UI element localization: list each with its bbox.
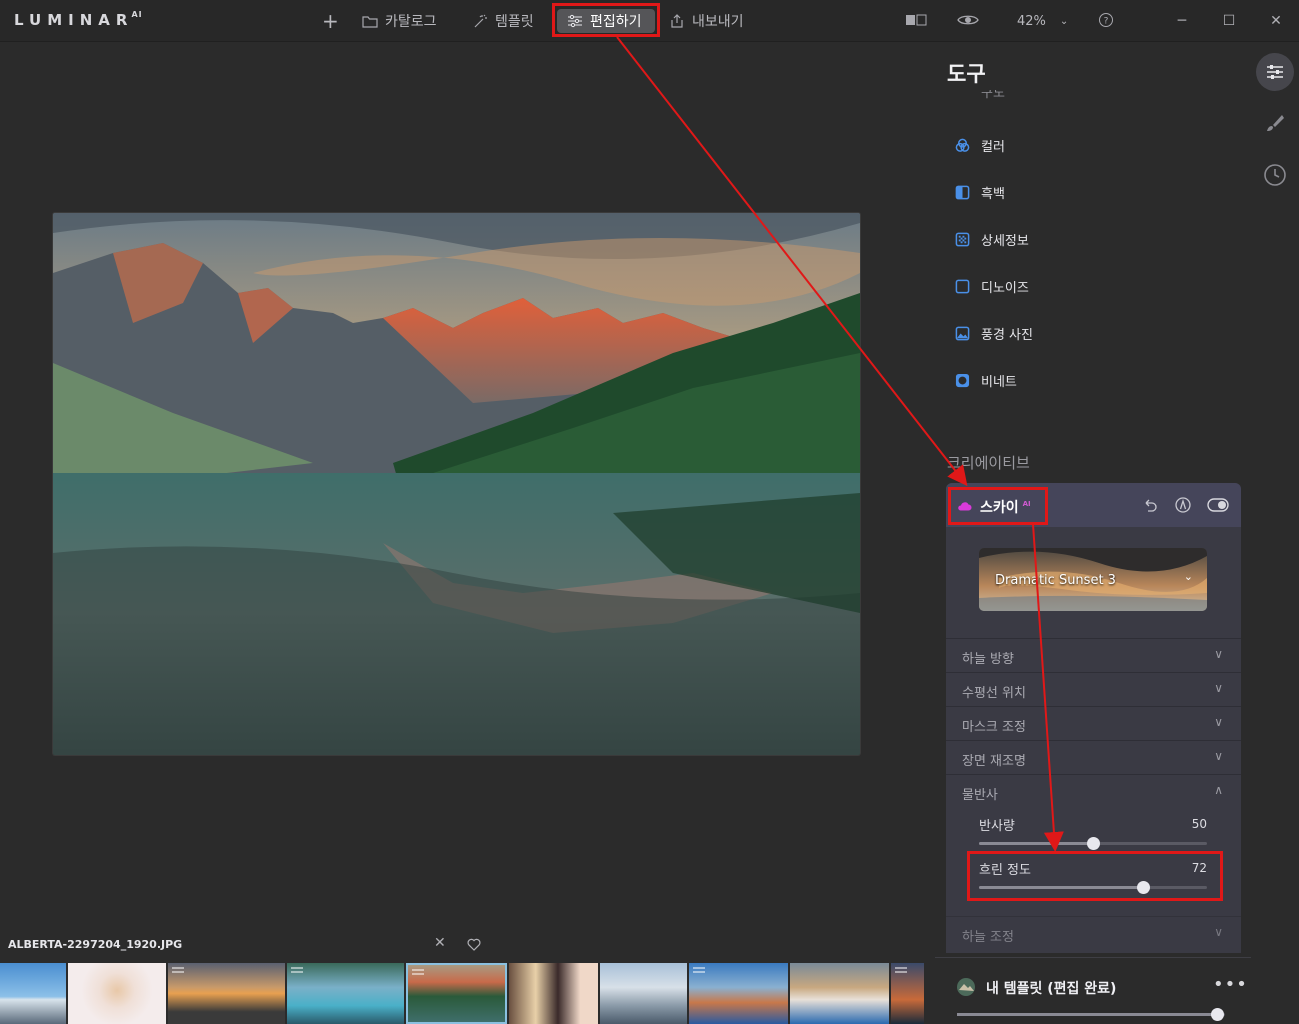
- template-amount-slider[interactable]: [957, 1008, 1225, 1021]
- filmstrip-thumb[interactable]: [68, 963, 166, 1024]
- sky-preset-selector[interactable]: Dramatic Sunset 3 ⌄: [979, 548, 1207, 611]
- filmstrip-thumb[interactable]: [689, 963, 788, 1024]
- brush-tab[interactable]: [1256, 104, 1294, 142]
- current-file-name: ALBERTA-2297204_1920.JPG: [8, 938, 183, 951]
- creative-section-label: 크리에이티브: [947, 454, 1030, 472]
- section-water-reflection[interactable]: 물반사 ∧: [946, 774, 1241, 808]
- chevron-down-icon: ∨: [1214, 925, 1223, 939]
- landscape-icon: [955, 326, 970, 340]
- filmstrip-thumb[interactable]: [891, 963, 924, 1024]
- edited-badge-icon: [172, 967, 184, 973]
- edited-badge-icon: [291, 967, 303, 973]
- magic-wand-icon: [474, 14, 487, 28]
- slider-value: 50: [1191, 817, 1207, 831]
- top-bar: LUMINARAI + 카탈로그 템플릿 편집하기 내보내기 42% ⌄ ? ─ …: [0, 0, 1299, 42]
- help-icon[interactable]: ?: [1098, 12, 1114, 28]
- bw-icon: [955, 185, 970, 199]
- filmstrip-thumb[interactable]: [287, 963, 404, 1024]
- edited-badge-icon: [693, 967, 705, 973]
- filmstrip-thumb[interactable]: [0, 963, 66, 1024]
- clock-icon: [1264, 164, 1286, 186]
- app-logo: LUMINARAI: [14, 10, 143, 29]
- section-scene-relight[interactable]: 장면 재조명 ∨: [946, 740, 1241, 774]
- filmstrip-thumb[interactable]: [790, 963, 889, 1024]
- slider-track[interactable]: [979, 837, 1207, 850]
- tools-title: 도구: [947, 62, 986, 86]
- tool-item-vignette[interactable]: 비네트: [955, 369, 1017, 391]
- vignette-icon: [955, 373, 970, 387]
- filmstrip[interactable]: [0, 963, 924, 1024]
- sliders-icon: [1267, 65, 1283, 79]
- tool-item-color[interactable]: 컬러: [955, 134, 1005, 156]
- filmstrip-thumb-selected[interactable]: [406, 963, 507, 1024]
- luminar-window: LUMINARAI + 카탈로그 템플릿 편집하기 내보내기 42% ⌄ ? ─ …: [0, 0, 1299, 1024]
- close-button[interactable]: ✕: [1265, 10, 1287, 32]
- undo-icon[interactable]: [1142, 497, 1158, 513]
- reject-x-icon[interactable]: ✕: [434, 935, 446, 951]
- section-sky-orientation[interactable]: 하늘 방향 ∨: [946, 638, 1241, 672]
- section-mask-adjust[interactable]: 마스크 조정 ∨: [946, 706, 1241, 740]
- chevron-down-icon: ∨: [1214, 749, 1223, 763]
- maximize-button[interactable]: ☐: [1218, 10, 1240, 32]
- chevron-down-icon: ∨: [1214, 681, 1223, 695]
- slider-fill: [979, 842, 1093, 845]
- annotation-highlight-sky: [948, 487, 1048, 525]
- denoise-icon: [955, 279, 970, 293]
- compare-icon[interactable]: [905, 13, 927, 27]
- zoom-dropdown[interactable]: 42% ⌄: [1017, 9, 1068, 33]
- tool-item-bw[interactable]: 흑백: [955, 181, 1005, 203]
- slider-fill: [957, 1013, 1217, 1016]
- chevron-down-icon: ∨: [1214, 647, 1223, 661]
- more-options-icon[interactable]: •••: [1213, 974, 1248, 995]
- tool-item-denoise[interactable]: 디노이즈: [955, 275, 1029, 297]
- tool-item-partial[interactable]: 구도: [955, 90, 1055, 104]
- section-horizon-position[interactable]: 수평선 위치 ∨: [946, 672, 1241, 706]
- edited-badge-icon: [412, 969, 424, 975]
- share-icon: [671, 14, 683, 28]
- filmstrip-thumb[interactable]: [600, 963, 687, 1024]
- mask-brush-icon[interactable]: [1175, 497, 1191, 513]
- minimize-button[interactable]: ─: [1171, 10, 1193, 32]
- add-photos-button[interactable]: +: [322, 9, 339, 33]
- edited-badge-icon: [895, 967, 907, 973]
- catalog-button[interactable]: 카탈로그: [362, 9, 437, 33]
- folder-icon: [362, 16, 378, 28]
- slider-handle[interactable]: [1210, 1008, 1224, 1021]
- chevron-up-icon: ∧: [1214, 783, 1223, 797]
- annotation-highlight-blur: [967, 851, 1223, 901]
- section-sky-adjust[interactable]: 하늘 조정 ∨: [946, 916, 1241, 950]
- edit-tools-tab[interactable]: [1256, 53, 1294, 91]
- toggle-visibility-icon[interactable]: [1207, 498, 1229, 512]
- tool-item-landscape[interactable]: 풍경 사진: [955, 322, 1033, 344]
- history-tab[interactable]: [1256, 156, 1294, 194]
- main-photo-canvas[interactable]: [53, 213, 860, 755]
- svg-text:?: ?: [1104, 17, 1109, 27]
- templates-label: 내 템플릿 (편집 완료): [986, 981, 1117, 997]
- favorite-heart-icon[interactable]: [467, 938, 481, 951]
- brush-icon: [1267, 115, 1284, 131]
- template-thumbnail-icon: [957, 978, 975, 996]
- templates-button[interactable]: 템플릿: [472, 9, 534, 33]
- my-templates-bar[interactable]: 내 템플릿 (편집 완료) •••: [935, 957, 1251, 1024]
- color-icon: [955, 138, 970, 152]
- filmstrip-thumb[interactable]: [509, 963, 598, 1024]
- filmstrip-thumb[interactable]: [168, 963, 285, 1024]
- annotation-highlight-edit: [552, 3, 660, 37]
- export-button[interactable]: 내보내기: [669, 9, 744, 33]
- chevron-down-icon: ⌄: [1183, 570, 1193, 583]
- slider-label: 반사량: [979, 819, 1015, 834]
- slider-handle[interactable]: [1087, 837, 1100, 850]
- tool-item-details[interactable]: 상세정보: [955, 228, 1029, 250]
- details-icon: [955, 232, 970, 246]
- chevron-down-icon: ∨: [1214, 715, 1223, 729]
- preview-eye-icon[interactable]: [957, 12, 979, 28]
- chevron-down-icon: ⌄: [1059, 15, 1069, 27]
